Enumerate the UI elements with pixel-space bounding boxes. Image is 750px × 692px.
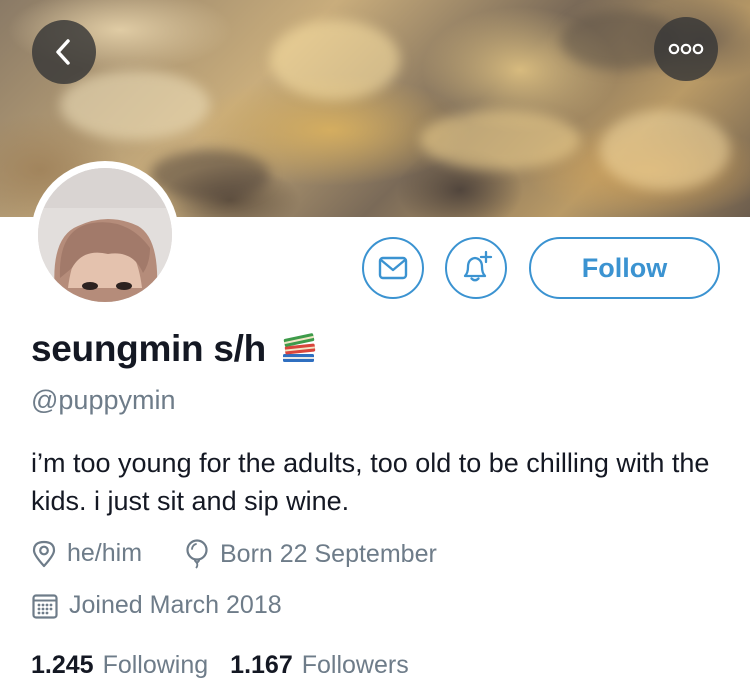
following-count: 1.245 (31, 651, 94, 679)
location-pin-icon (32, 540, 56, 567)
follow-button-label: Follow (581, 252, 668, 283)
avatar[interactable] (31, 161, 179, 309)
display-name-row: seungmin s/h (31, 328, 318, 370)
profile-joined: Joined March 2018 (31, 591, 282, 620)
profile-bio: i’m too young for the adults, too old to… (31, 448, 710, 516)
profile-birthday: Born 22 September (184, 539, 437, 569)
avatar-image (38, 168, 172, 302)
profile-stats: 1.245 Following 1.167 Followers (31, 651, 431, 680)
followers-count: 1.167 (230, 651, 293, 679)
balloon-icon (186, 539, 208, 569)
follow-button[interactable]: Follow (529, 237, 720, 299)
books-icon (280, 329, 318, 370)
pronouns-text: he/him (67, 539, 143, 567)
bell-plus-icon (463, 250, 493, 282)
envelope-icon (378, 256, 408, 280)
profile-location: he/him (31, 539, 142, 568)
followers-link[interactable]: 1.167 Followers (230, 651, 409, 680)
ellipsis-icon (668, 43, 704, 55)
birthday-text: Born 22 September (220, 539, 437, 568)
followers-label: Followers (301, 651, 409, 679)
calendar-icon (32, 593, 58, 619)
following-label: Following (102, 651, 209, 679)
back-button[interactable] (32, 20, 96, 84)
chevron-left-icon (56, 39, 70, 65)
joined-text: Joined March 2018 (69, 591, 282, 619)
notifications-button[interactable] (445, 237, 507, 299)
message-button[interactable] (362, 237, 424, 299)
profile-handle: @puppymin (31, 385, 176, 415)
display-name: seungmin s/h (31, 328, 266, 369)
more-options-button[interactable] (654, 17, 718, 81)
following-link[interactable]: 1.245 Following (31, 651, 208, 680)
